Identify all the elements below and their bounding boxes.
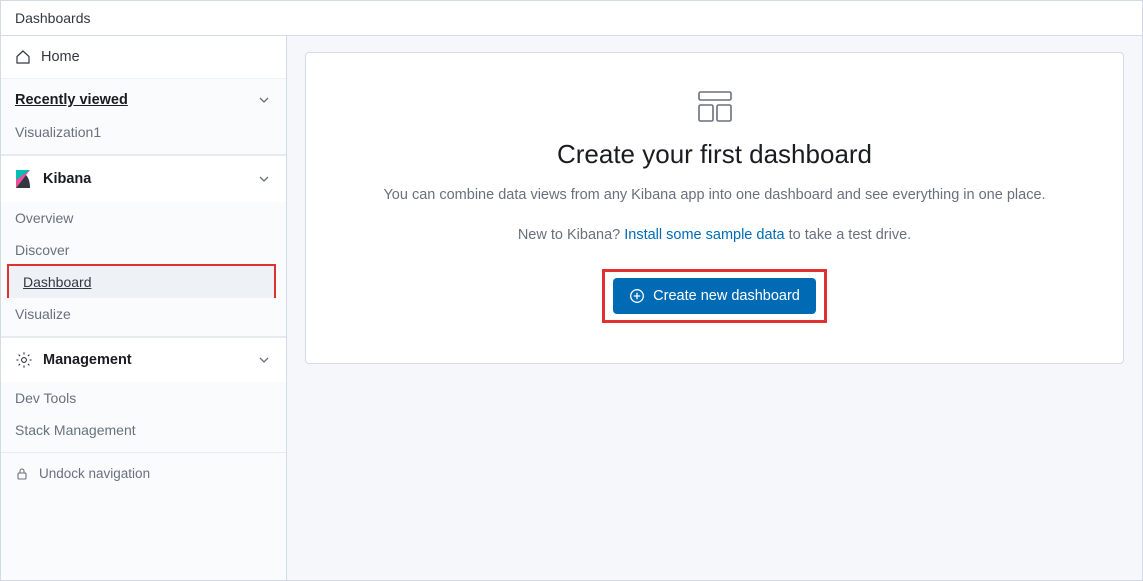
empty-state-heading: Create your first dashboard bbox=[332, 139, 1097, 170]
dashboard-empty-icon bbox=[332, 89, 1097, 125]
gear-icon bbox=[15, 351, 33, 369]
empty-state-description: You can combine data views from any Kiba… bbox=[332, 184, 1097, 207]
kibana-header[interactable]: Kibana bbox=[1, 155, 286, 202]
sidebar-nav: Home Recently viewed Visualization1 bbox=[1, 36, 287, 580]
breadcrumb-bar: Dashboards bbox=[1, 1, 1142, 36]
recently-viewed-title: Recently viewed bbox=[15, 92, 128, 108]
sidebar-item-overview[interactable]: Overview bbox=[1, 202, 286, 234]
highlight-create-button: Create new dashboard bbox=[602, 269, 827, 323]
app-frame: Dashboards Home Recently viewed V bbox=[0, 0, 1143, 581]
chevron-down-icon bbox=[256, 92, 272, 108]
lock-icon bbox=[15, 467, 29, 481]
body: Home Recently viewed Visualization1 bbox=[1, 36, 1142, 580]
kibana-group: Kibana Overview Discover Dashboard Visua… bbox=[1, 155, 286, 337]
recently-viewed-header[interactable]: Recently viewed bbox=[1, 79, 286, 116]
kibana-logo-icon bbox=[15, 169, 33, 189]
sidebar-item-dashboard[interactable]: Dashboard bbox=[9, 266, 274, 298]
create-dashboard-button[interactable]: Create new dashboard bbox=[613, 278, 816, 314]
plus-circle-icon bbox=[629, 288, 645, 304]
undock-label: Undock navigation bbox=[39, 466, 150, 481]
sidebar-item-discover[interactable]: Discover bbox=[1, 234, 286, 266]
kibana-title: Kibana bbox=[43, 171, 91, 187]
sidebar-home[interactable]: Home bbox=[1, 36, 286, 79]
sidebar-item-visualize[interactable]: Visualize bbox=[1, 298, 286, 330]
empty-state-card: Create your first dashboard You can comb… bbox=[305, 52, 1124, 364]
recently-viewed-item[interactable]: Visualization1 bbox=[1, 116, 286, 148]
chevron-down-icon bbox=[256, 171, 272, 187]
management-title: Management bbox=[43, 352, 132, 368]
breadcrumb[interactable]: Dashboards bbox=[15, 10, 91, 26]
undock-navigation[interactable]: Undock navigation bbox=[1, 453, 286, 494]
recently-viewed-group: Recently viewed Visualization1 bbox=[1, 79, 286, 155]
prompt-suffix: to take a test drive. bbox=[785, 227, 912, 243]
management-header[interactable]: Management bbox=[1, 337, 286, 382]
home-label: Home bbox=[41, 49, 80, 65]
sidebar-item-devtools[interactable]: Dev Tools bbox=[1, 382, 286, 414]
prompt-prefix: New to Kibana? bbox=[518, 227, 624, 243]
sample-data-link[interactable]: Install some sample data bbox=[624, 227, 784, 243]
empty-state-prompt: New to Kibana? Install some sample data … bbox=[332, 227, 1097, 243]
home-icon bbox=[15, 49, 31, 65]
create-button-label: Create new dashboard bbox=[653, 288, 800, 304]
sidebar-item-stack-management[interactable]: Stack Management bbox=[1, 414, 286, 446]
main-content: Create your first dashboard You can comb… bbox=[287, 36, 1142, 580]
management-group: Management Dev Tools Stack Management bbox=[1, 337, 286, 453]
highlight-dashboard: Dashboard bbox=[7, 264, 276, 300]
chevron-down-icon bbox=[256, 352, 272, 368]
